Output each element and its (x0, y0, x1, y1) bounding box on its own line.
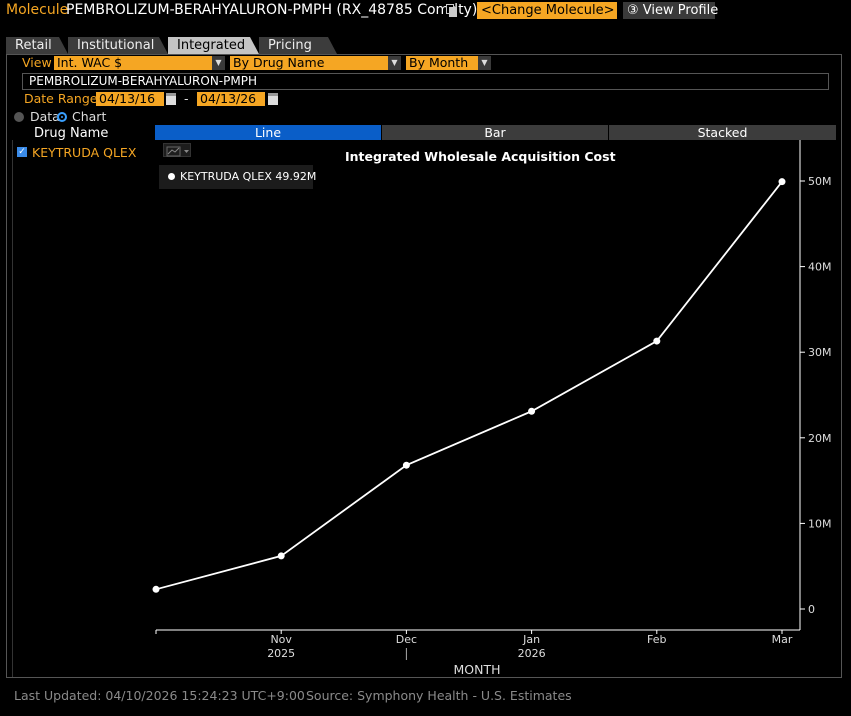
series-line (155, 181, 783, 591)
data-point[interactable] (653, 337, 661, 345)
y-tick-label: 50M (808, 175, 832, 188)
y-tick-label: 0 (808, 603, 815, 616)
data-point[interactable] (528, 407, 536, 415)
y-tick-label: 30M (808, 346, 832, 359)
x-year-label: 2026 (518, 647, 546, 660)
x-tick-label: Dec (396, 633, 417, 646)
x-tick-label: Mar (772, 633, 793, 646)
data-point[interactable] (402, 461, 410, 469)
y-tick-label: 40M (808, 261, 832, 274)
x-axis-label: MONTH (453, 662, 500, 677)
data-point[interactable] (778, 178, 786, 186)
x-tick-label: Nov (270, 633, 292, 646)
last-updated: Last Updated: 04/10/2026 15:24:23 UTC+9:… (14, 688, 305, 703)
line-chart: 0 10M 20M 30M 40M 50M Nov Dec Jan Feb Mar 2025 2026 M… (152, 140, 832, 677)
data-point[interactable] (277, 552, 285, 560)
x-year-label: 2025 (267, 647, 295, 660)
x-tick-label: Jan (522, 633, 540, 646)
data-source: Source: Symphony Health - U.S. Estimates (306, 688, 572, 703)
y-tick-label: 10M (808, 517, 832, 530)
y-tick-label: 20M (808, 432, 832, 445)
data-point[interactable] (152, 585, 160, 593)
x-tick-label: Feb (647, 633, 666, 646)
